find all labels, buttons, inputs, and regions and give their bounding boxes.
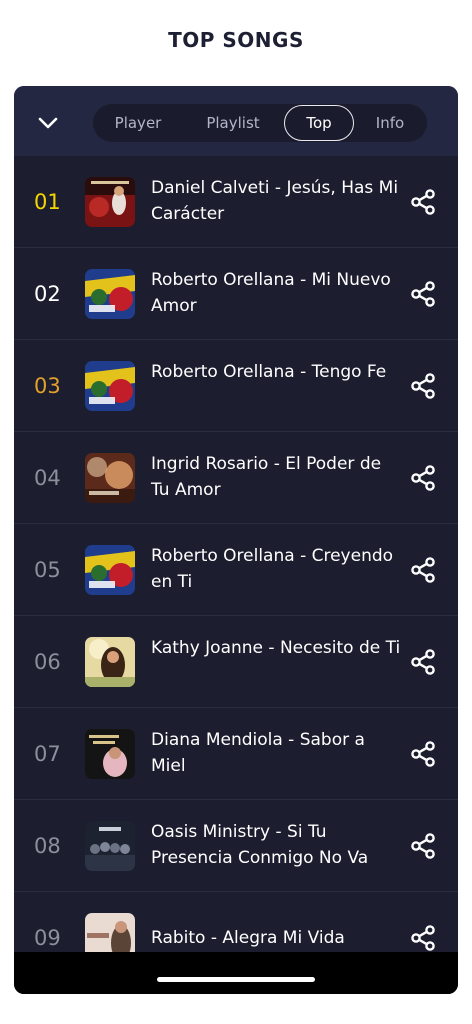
song-row[interactable]: 08 Oasis Ministry - Si Tu Presencia Conm… [14,800,458,892]
share-button[interactable] [409,556,437,584]
share-icon [411,557,435,583]
song-title: Daniel Calveti - Jesús, Has Mi Carácter [151,178,399,224]
album-cover [85,821,135,871]
song-row[interactable]: 07 Diana Mendiola - Sabor a Miel [14,708,458,800]
share-button[interactable] [409,188,437,216]
album-cover [85,361,135,411]
share-button[interactable] [409,372,437,400]
song-row[interactable]: 03 Roberto Orellana - Tengo Fe [14,340,458,432]
share-icon [411,281,435,307]
tab-top[interactable]: Top [284,105,354,141]
song-rank: 07 [34,742,61,766]
tab-bar: Player Playlist Top Info [93,104,427,142]
song-row[interactable]: 02 Roberto Orellana - Mi Nuevo Amor [14,248,458,340]
album-cover [85,177,135,227]
song-rank: 01 [34,190,61,214]
song-rank: 06 [34,650,61,674]
album-cover [85,269,135,319]
song-title: Oasis Ministry - Si Tu Presencia Conmigo… [151,822,369,868]
share-icon [411,189,435,215]
share-icon [411,741,435,767]
share-button[interactable] [409,280,437,308]
tab-playlist[interactable]: Playlist [195,104,271,142]
share-button[interactable] [409,464,437,492]
page-title: TOP SONGS [168,28,304,52]
song-row[interactable]: 05 Roberto Orellana - Creyendo en Ti [14,524,458,616]
song-title: Roberto Orellana - Mi Nuevo Amor [151,270,391,316]
share-button[interactable] [409,648,437,676]
share-icon [411,373,435,399]
panel-header: Player Playlist Top Info [14,86,458,156]
song-rank: 08 [34,834,61,858]
song-title: Roberto Orellana - Tengo Fe [151,362,387,382]
chevron-down-icon [38,117,58,129]
song-title: Diana Mendiola - Sabor a Miel [151,730,365,776]
song-row[interactable]: 06 Kathy Joanne - Necesito de Ti [14,616,458,708]
tab-info[interactable]: Info [365,104,415,142]
bottom-bar [14,952,458,994]
player-panel: Player Playlist Top Info 01 Daniel Calve… [14,86,458,994]
song-row[interactable]: 01 Daniel Calveti - Jesús, Has Mi Caráct… [14,156,458,248]
album-cover [85,637,135,687]
song-rank: 03 [34,374,61,398]
share-icon [411,649,435,675]
share-icon [411,465,435,491]
share-button[interactable] [409,924,437,952]
song-rank: 05 [34,558,61,582]
song-row[interactable]: 04 Ingrid Rosario - El Poder de Tu Amor [14,432,458,524]
song-title: Kathy Joanne - Necesito de Ti [151,638,401,658]
share-icon [411,925,435,951]
tab-player[interactable]: Player [107,104,169,142]
home-indicator[interactable] [157,977,315,982]
song-rank: 02 [34,282,61,306]
share-button[interactable] [409,832,437,860]
song-rank: 04 [34,466,61,490]
song-title: Rabito - Alegra Mi Vida [151,928,345,948]
song-title: Roberto Orellana - Creyendo en Ti [151,546,394,592]
album-cover [85,453,135,503]
share-icon [411,833,435,859]
album-cover [85,729,135,779]
album-cover [85,545,135,595]
song-title: Ingrid Rosario - El Poder de Tu Amor [151,454,382,500]
share-button[interactable] [409,740,437,768]
collapse-button[interactable] [34,109,62,137]
